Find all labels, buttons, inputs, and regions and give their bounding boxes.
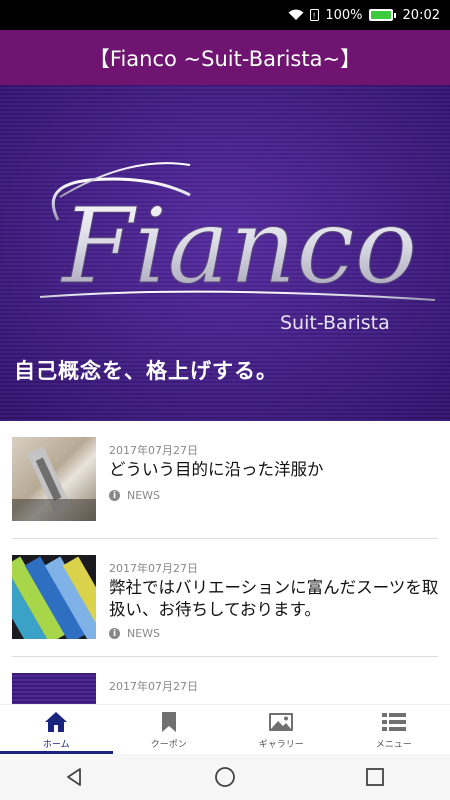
news-thumbnail [12, 437, 96, 521]
info-icon: i [109, 628, 120, 639]
news-category-label: NEWS [127, 627, 161, 640]
sim-icon: ! [310, 9, 320, 21]
hero-tagline: 自己概念を、格上げする。 [14, 359, 278, 383]
news-date: 2017年07月27日 [109, 680, 198, 693]
info-icon: i [109, 490, 120, 501]
app-title: 【Fianco ~Suit-Barista~】 [88, 46, 362, 71]
news-thumbnail [0, 555, 124, 652]
news-title: 弊社ではバリエーションに富んだスーツを取扱い、お待ちしております。 [109, 578, 439, 619]
news-thumbnail [12, 673, 96, 704]
news-date: 2017年07月27日 [109, 562, 198, 575]
hero-banner[interactable]: Fianco Suit-Barista 自己概念を、格上げする。 [0, 85, 450, 421]
nav-menu[interactable]: メニュー [338, 705, 450, 754]
svg-text:!: ! [313, 12, 316, 21]
nav-gallery-label: ギャラリー [258, 740, 304, 750]
home-button-icon[interactable] [214, 766, 236, 788]
status-bar: ! 100% 20:02 [0, 0, 450, 30]
nav-coupon-label: クーポン [150, 740, 187, 750]
home-icon [45, 712, 68, 732]
system-nav-bar [0, 754, 450, 800]
battery-percent: 100% [325, 7, 363, 23]
nav-home[interactable]: ホーム [0, 705, 113, 754]
news-title: どういう目的に沿った洋服か [109, 460, 324, 479]
news-list: 2017年07月27日 どういう目的に沿った洋服か i NEWS 2017年07… [0, 421, 450, 704]
news-category-label: NEWS [127, 489, 161, 502]
news-category: i NEWS [109, 489, 160, 502]
news-category: i NEWS [109, 627, 160, 640]
back-icon[interactable] [64, 766, 86, 788]
logo-wordmark: Fianco [60, 185, 417, 307]
news-item[interactable]: 2017年07月27日 どういう目的に沿った洋服か i NEWS [12, 421, 438, 539]
bookmark-icon [161, 712, 176, 732]
battery-icon [368, 9, 396, 21]
menu-list-icon [381, 713, 406, 731]
recents-icon[interactable] [364, 766, 386, 788]
clock: 20:02 [402, 7, 440, 23]
bottom-nav: ホーム クーポン ギャラリー メニュー [0, 704, 450, 754]
nav-coupon[interactable]: クーポン [113, 705, 226, 754]
nav-gallery[interactable]: ギャラリー [225, 705, 338, 754]
news-date: 2017年07月27日 [109, 444, 198, 457]
nav-home-label: ホーム [42, 740, 70, 750]
app-bar: 【Fianco ~Suit-Barista~】 [0, 30, 450, 85]
wifi-icon [288, 9, 304, 21]
nav-menu-label: メニュー [375, 740, 412, 750]
logo-subtitle: Suit-Barista [280, 312, 390, 334]
news-item[interactable]: 2017年07月27日 [12, 657, 438, 704]
news-item[interactable]: 2017年07月27日 弊社ではバリエーションに富んだスーツを取扱い、お待ちして… [0, 539, 439, 657]
image-icon [269, 713, 294, 731]
